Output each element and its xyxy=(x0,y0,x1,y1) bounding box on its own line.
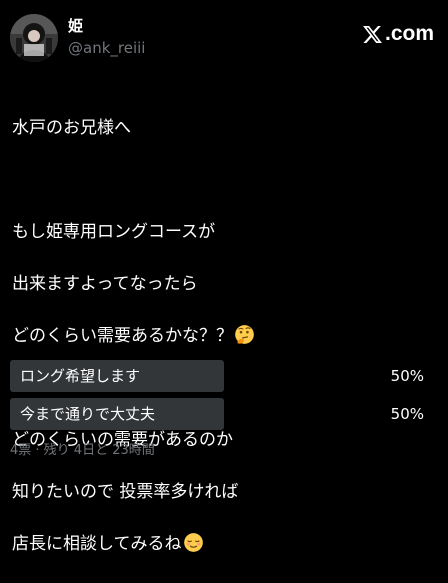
tweet-card: 姫 @ank_reiii .com 水戸のお兄様へ もし姫専用ロングコースが 出… xyxy=(0,0,448,554)
tweet-line: 出来ますよってなったら xyxy=(12,274,198,294)
relieved-face-emoji xyxy=(183,533,203,552)
avatar[interactable] xyxy=(10,14,58,62)
site-logo: .com xyxy=(362,21,434,47)
tweet-header: 姫 @ank_reiii .com xyxy=(10,14,438,62)
tweet-line-with-emoji: 店長に相談してみるね xyxy=(12,531,436,557)
tweet-line: 知りたいので 投票率多ければ xyxy=(12,482,239,502)
poll-option-label: 今まで通りで大丈夫 xyxy=(20,405,156,423)
poll-option[interactable]: 今まで通りで大丈夫 50% xyxy=(10,398,438,430)
tweet-line-text: どのくらい需要あるかな？？ xyxy=(12,326,233,346)
poll-option[interactable]: ロング希望します 50% xyxy=(10,360,438,392)
site-domain: .com xyxy=(384,22,434,45)
tweet-line: もし姫専用ロングコースが xyxy=(12,222,216,242)
display-name[interactable]: 姫 xyxy=(68,16,145,36)
avatar-photo xyxy=(10,14,58,62)
tweet-line: 水戸のお兄様へ xyxy=(12,118,131,138)
tweet-line xyxy=(12,167,436,193)
tweet-line-with-emoji: どのくらい需要あるかな？？ xyxy=(12,323,436,349)
user-handle[interactable]: @ank_reiii xyxy=(68,38,145,58)
author-names: 姫 @ank_reiii xyxy=(68,16,145,58)
thinking-face-emoji xyxy=(235,325,254,344)
tweet-line-text: 店長に相談してみるね xyxy=(12,534,182,554)
tweet-text: 水戸のお兄様へ もし姫専用ロングコースが 出来ますよってなったら どのくらい需要… xyxy=(12,89,436,583)
poll: ロング希望します 50% 今まで通りで大丈夫 50% xyxy=(10,360,438,436)
poll-option-percent: 50% xyxy=(390,367,424,385)
poll-option-label: ロング希望します xyxy=(20,367,141,385)
poll-meta: 4票 · 残り 4日と 23時間 xyxy=(10,443,155,458)
poll-option-percent: 50% xyxy=(390,405,424,423)
x-logo-icon xyxy=(363,25,382,43)
